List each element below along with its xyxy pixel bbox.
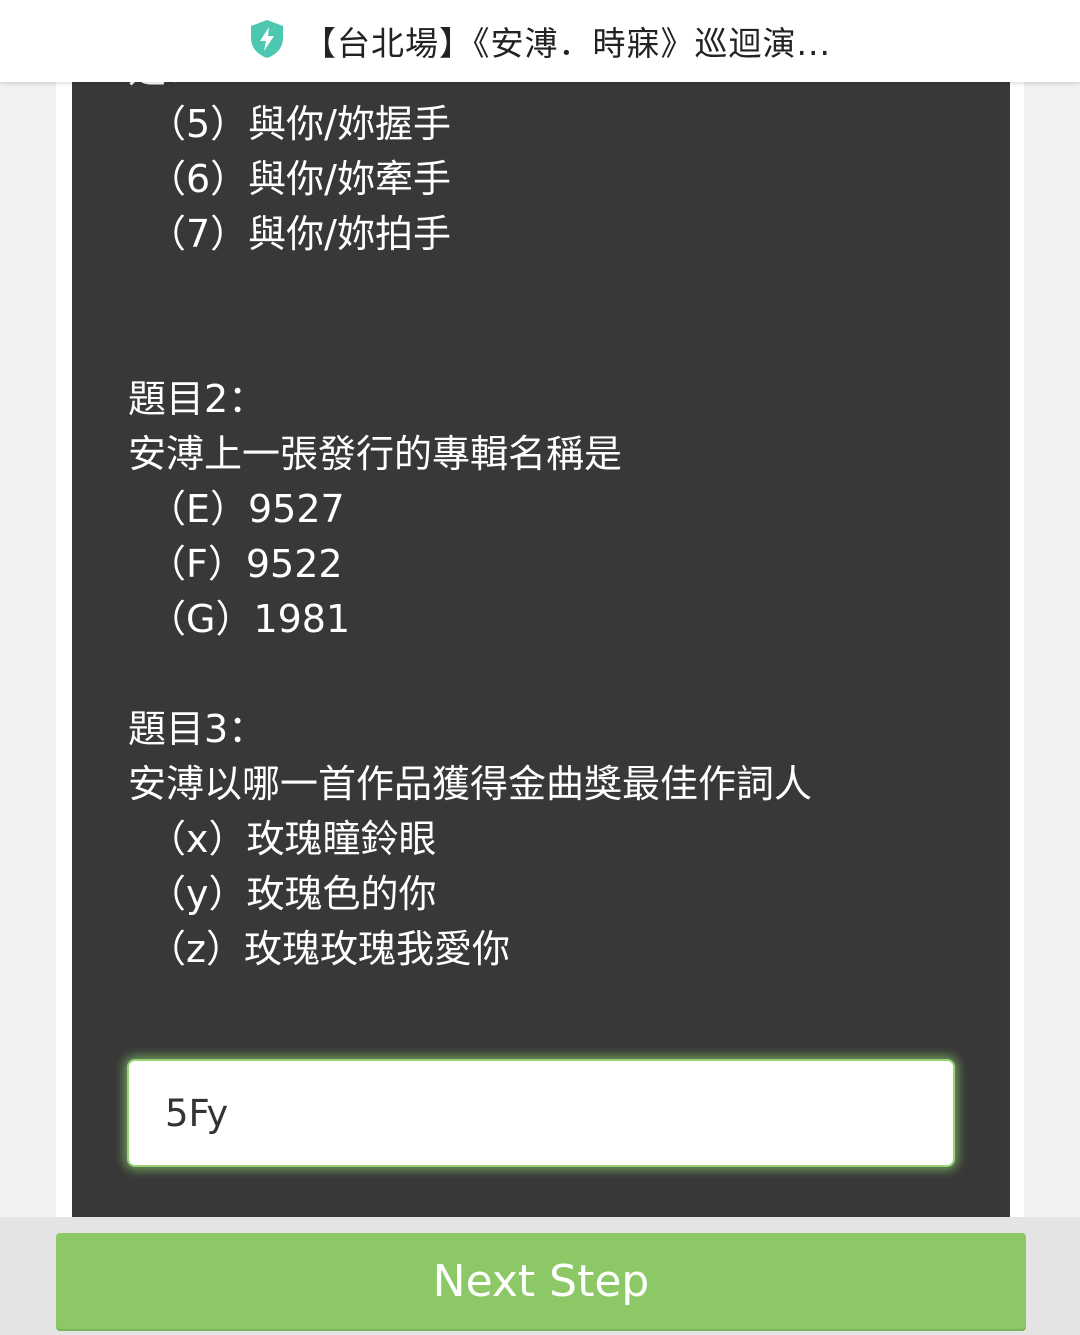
q3-option: （z）玫瑰玫瑰我愛你 <box>148 927 510 971</box>
q1-option: （6）與你/妳牽手 <box>148 157 451 201</box>
q2-option: （E）9527 <box>148 487 345 531</box>
title-bar: 【台北場】《安溥．時寐》巡迴演... <box>0 0 1080 82</box>
q1-option: （7）與你/妳拍手 <box>148 212 451 256</box>
q2-question: 安溥上一張發行的專輯名稱是 <box>128 432 623 476</box>
q2-option: （F）9522 <box>148 542 343 586</box>
shield-lightning-icon <box>251 20 283 58</box>
quiz-panel: 是： （5）與你/妳握手 （6）與你/妳牽手 （7）與你/妳拍手 題目2： 安溥… <box>72 82 1010 1217</box>
quiz-partial-text: 是： <box>128 82 988 97</box>
quiz-content: 是： （5）與你/妳握手 （6）與你/妳牽手 （7）與你/妳拍手 題目2： 安溥… <box>128 82 988 977</box>
q1-option: （5）與你/妳握手 <box>148 102 451 146</box>
q2-option: （G）1981 <box>148 597 351 641</box>
answer-field[interactable] <box>127 1059 955 1167</box>
q3-question: 安溥以哪一首作品獲得金曲獎最佳作詞人 <box>128 762 813 806</box>
q3-label: 題目3： <box>128 707 267 751</box>
next-step-button[interactable]: Next Step <box>56 1233 1026 1329</box>
q2-label: 題目2： <box>128 377 267 421</box>
q3-option: （y）玫瑰色的你 <box>148 872 437 916</box>
answer-input[interactable] <box>129 1061 953 1165</box>
q3-option: （x）玫瑰瞳鈴眼 <box>148 817 437 861</box>
page-title: 【台北場】《安溥．時寐》巡迴演... <box>303 24 831 63</box>
